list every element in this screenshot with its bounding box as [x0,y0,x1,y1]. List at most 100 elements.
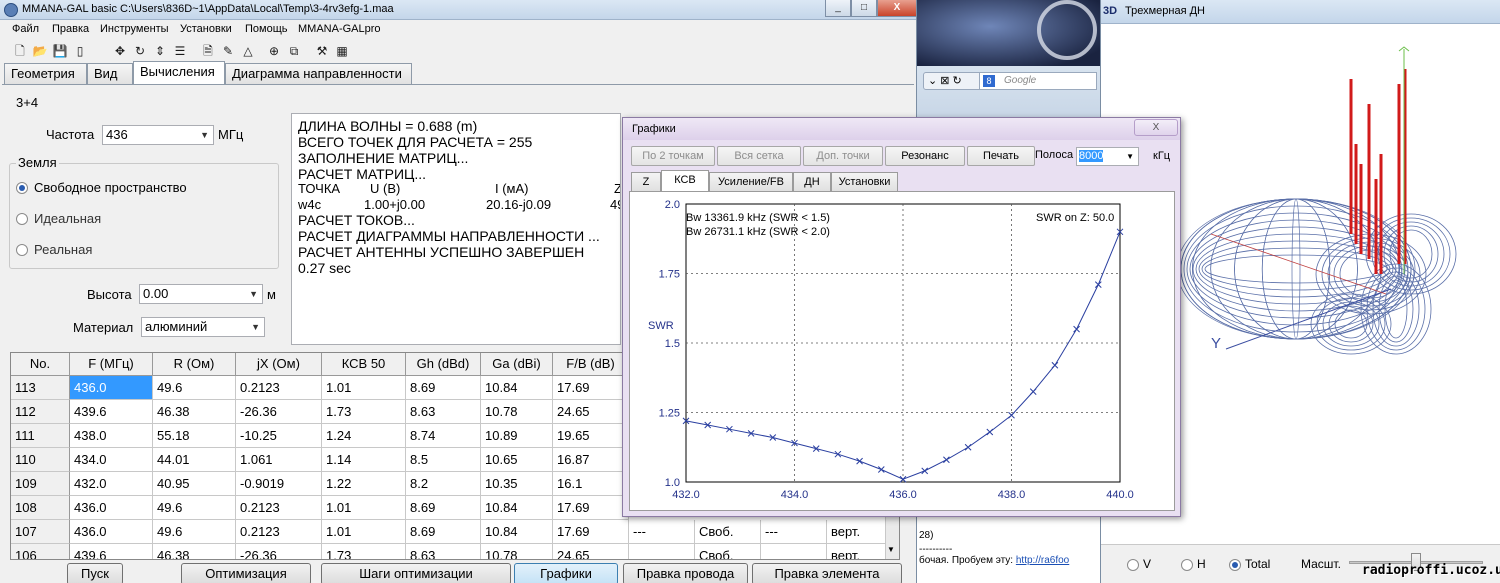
table-cell[interactable]: 8.74 [406,424,481,448]
column-header[interactable]: No. [11,353,70,376]
row-number[interactable]: 111 [11,424,70,448]
table-cell[interactable]: 436.0 [70,520,153,544]
menu-mmana-pro[interactable]: MMANA-GALpro [298,23,381,35]
table-cell[interactable]: 438.0 [70,424,153,448]
view-v-radio[interactable] [1127,559,1139,571]
edit-icon[interactable]: ✎ [220,43,236,59]
browser-nav-buttons[interactable]: ⌄ ⊠ ↻ [923,72,983,90]
target-icon[interactable]: ⊕ [266,43,282,59]
row-number[interactable]: 113 [11,376,70,400]
menu-help[interactable]: Помощь [245,23,288,35]
table-cell[interactable]: --- [629,520,695,544]
table-cell[interactable]: 24.65 [553,400,629,424]
tab-pattern[interactable]: ДН [793,172,831,191]
column-header[interactable]: R (Ом) [153,353,236,376]
scroll-down-icon[interactable]: ▼ [887,545,895,554]
open-folder-icon[interactable]: 📂 [32,43,48,59]
height-combo[interactable]: 0.00 ▼ [139,284,263,304]
column-header[interactable]: F (МГц) [70,353,153,376]
table-cell[interactable]: -10.25 [236,424,322,448]
search-box[interactable]: Google [979,72,1097,90]
table-cell[interactable]: -26.36 [236,400,322,424]
column-header[interactable]: F/B (dB) [553,353,629,376]
table-cell[interactable]: --- [761,520,827,544]
view-h-radio[interactable] [1181,559,1193,571]
document-icon[interactable]: 🗎 [200,43,216,59]
table-cell[interactable]: 44.01 [153,448,236,472]
tools-icon[interactable]: ⚒ [314,43,330,59]
table-cell[interactable]: 17.69 [553,520,629,544]
table-cell[interactable]: 0.2123 [236,520,322,544]
triangle-icon[interactable]: △ [240,43,256,59]
page-link[interactable]: http://ra6foo [1016,555,1069,566]
table-cell[interactable]: 8.2 [406,472,481,496]
table-cell[interactable]: 436.0 [70,376,153,400]
table-cell[interactable]: 49.6 [153,376,236,400]
table-cell[interactable]: 1.14 [322,448,406,472]
table-cell[interactable]: 8.69 [406,520,481,544]
menu-file[interactable]: Файл [12,23,39,35]
row-number[interactable]: 108 [11,496,70,520]
table-cell[interactable]: 19.65 [553,424,629,448]
view-total-radio[interactable] [1229,559,1241,571]
table-cell[interactable]: 49.6 [153,496,236,520]
table-cell[interactable]: 10.65 [481,448,553,472]
start-button[interactable]: Пуск [67,563,123,583]
table-cell[interactable]: 1.01 [322,496,406,520]
tab-settings[interactable]: Установки [831,172,898,191]
column-header[interactable]: Ga (dBi) [481,353,553,376]
table-cell[interactable]: 16.1 [553,472,629,496]
tab-swr[interactable]: КСВ [661,170,709,192]
table-cell[interactable]: 10.89 [481,424,553,448]
optimization-steps-button[interactable]: Шаги оптимизации [321,563,511,583]
table-cell[interactable]: 436.0 [70,496,153,520]
row-number[interactable]: 110 [11,448,70,472]
table-cell[interactable]: 10.78 [481,544,553,559]
table-cell[interactable]: 10.78 [481,400,553,424]
tab-calculations[interactable]: Вычисления [133,61,225,84]
row-number[interactable]: 109 [11,472,70,496]
table-cell[interactable]: 1.73 [322,400,406,424]
table-cell[interactable]: 17.69 [553,496,629,520]
new-file-icon[interactable]: 🗋 [12,43,28,59]
table-cell[interactable]: верт. [827,520,893,544]
stretch-icon[interactable]: ⇕ [152,43,168,59]
edit-element-button[interactable]: Правка элемента [752,563,902,583]
column-header[interactable]: Gh (dBd) [406,353,481,376]
table-cell[interactable]: Своб. [695,520,761,544]
table-cell[interactable]: Своб. [695,544,761,559]
table-cell[interactable]: 8.5 [406,448,481,472]
table-cell[interactable]: 1.01 [322,376,406,400]
table-cell[interactable]: 439.6 [70,544,153,559]
table-cell[interactable]: 8.63 [406,544,481,559]
ground-perfect-radio[interactable] [16,213,28,225]
table-cell[interactable]: 8.63 [406,400,481,424]
table-cell[interactable]: 8.69 [406,376,481,400]
maximize-button[interactable]: □ [851,0,877,17]
menu-tools[interactable]: Инструменты [100,23,169,35]
column-header[interactable]: jX (Ом) [236,353,322,376]
edit-wire-button[interactable]: Правка провода [623,563,748,583]
dialog-close-button[interactable]: X [1134,119,1178,136]
table-cell[interactable]: верт. [827,544,893,559]
move-icon[interactable]: ✥ [112,43,128,59]
table-cell[interactable]: 49.6 [153,520,236,544]
table-cell[interactable]: 434.0 [70,448,153,472]
properties-icon[interactable]: ▯ [72,43,88,59]
table-cell[interactable]: 0.2123 [236,376,322,400]
save-icon[interactable]: 💾 [52,43,68,59]
table-cell[interactable]: -0.9019 [236,472,322,496]
close-button[interactable]: X [877,0,916,17]
table-cell[interactable]: 40.95 [153,472,236,496]
band-combo[interactable]: 8000 ▼ [1076,147,1139,166]
tab-gain-fb[interactable]: Усиление/FB [709,172,793,191]
tab-radiation-pattern[interactable]: Диаграмма направленности [225,63,412,84]
column-header[interactable]: КСВ 50 [322,353,406,376]
extra-points-button[interactable]: Доп. точки [803,146,883,166]
table-cell[interactable]: 10.84 [481,496,553,520]
material-combo[interactable]: алюминий ▼ [141,317,265,337]
table-cell[interactable]: 10.35 [481,472,553,496]
tab-geometry[interactable]: Геометрия [4,63,87,84]
table-cell[interactable]: 10.84 [481,520,553,544]
table-cell[interactable]: 1.73 [322,544,406,559]
